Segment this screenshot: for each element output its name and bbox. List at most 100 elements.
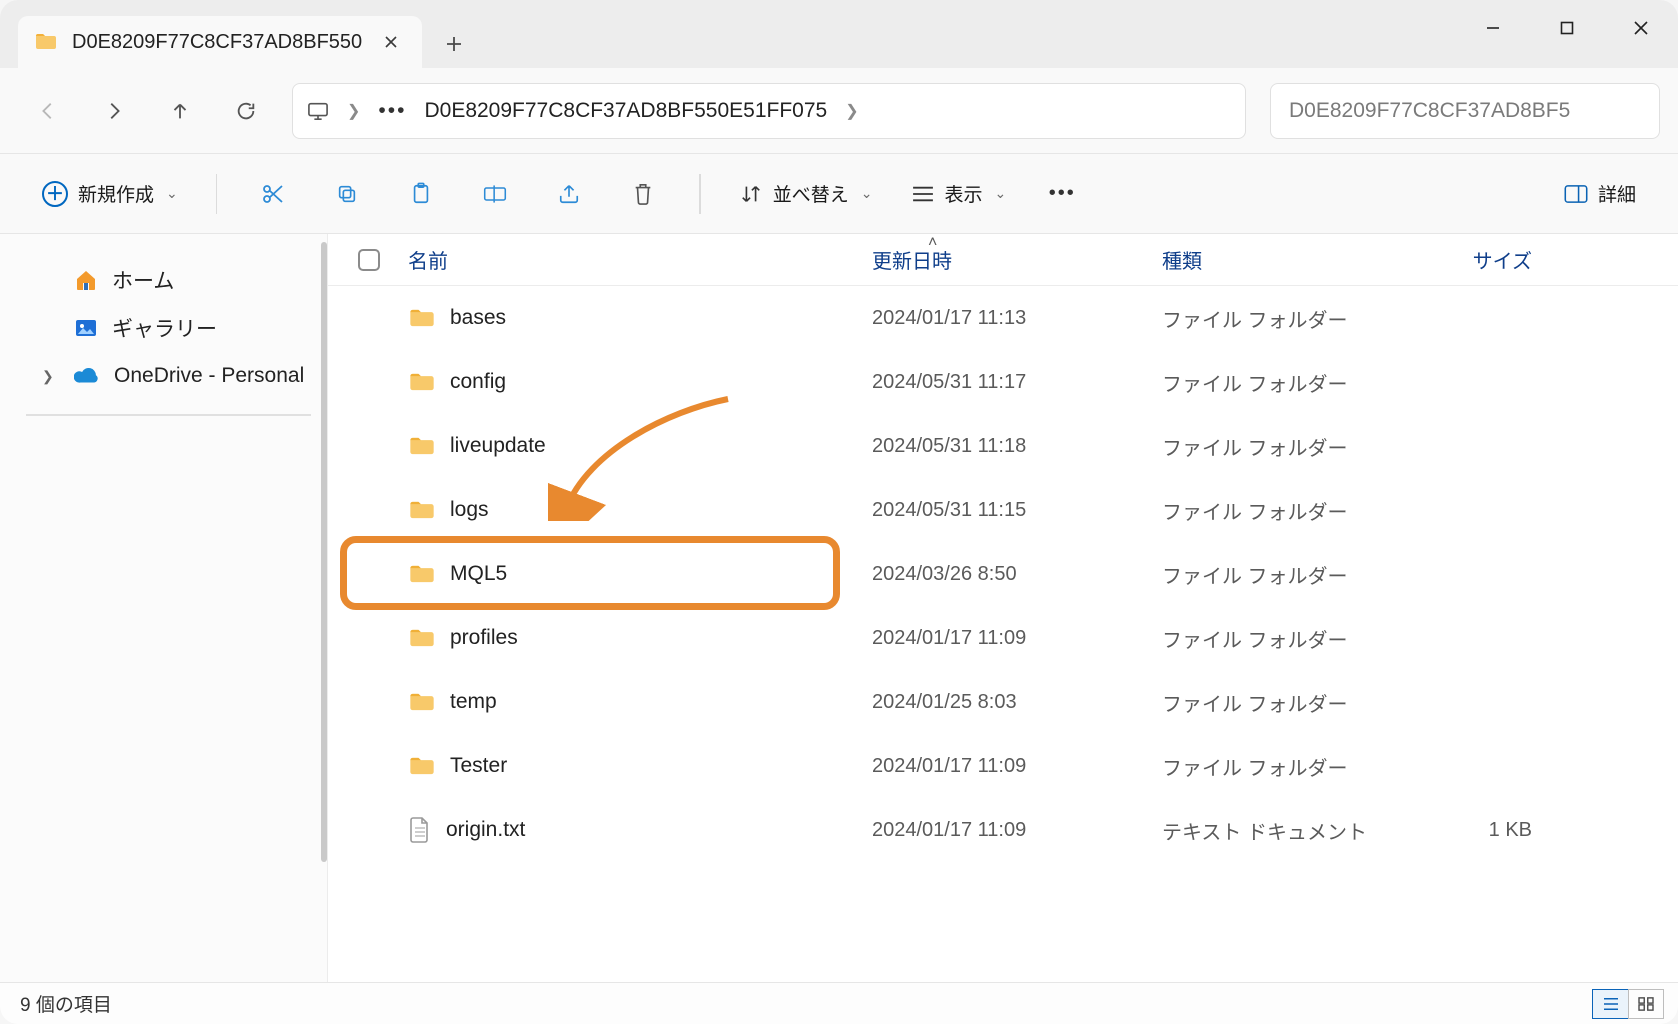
maximize-button[interactable] — [1530, 0, 1604, 56]
file-row[interactable]: MQL5 2024/03/26 8:50ファイル フォルダー — [328, 542, 1678, 606]
window-controls — [1456, 0, 1678, 56]
details-view-button[interactable] — [1592, 989, 1628, 1019]
plus-circle-icon: ＋ — [42, 181, 68, 207]
gallery-icon — [74, 316, 98, 340]
breadcrumb-current[interactable]: D0E8209F77C8CF37AD8BF550E51FF075 — [424, 99, 827, 123]
forward-button[interactable] — [84, 85, 144, 137]
folder-icon — [408, 752, 436, 780]
file-type: ファイル フォルダー — [1162, 368, 1402, 397]
close-window-button[interactable] — [1604, 0, 1678, 56]
file-type: ファイル フォルダー — [1162, 624, 1402, 653]
column-date[interactable]: 更新日時 — [872, 245, 1162, 274]
list-view-icon — [911, 182, 935, 206]
file-row[interactable]: origin.txt2024/01/17 11:09テキスト ドキュメント1 K… — [328, 798, 1678, 862]
folder-icon — [34, 30, 58, 54]
title-bar: D0E8209F77C8CF37AD8BF550 — [0, 0, 1678, 68]
refresh-button[interactable] — [216, 85, 276, 137]
minimize-button[interactable] — [1456, 0, 1530, 56]
nav-home[interactable]: ホーム — [22, 256, 315, 304]
column-type[interactable]: 種類 — [1162, 245, 1402, 274]
file-name: liveupdate — [450, 434, 546, 458]
nav-scrollbar[interactable] — [321, 242, 327, 862]
new-button[interactable]: ＋ 新規作成 ⌄ — [30, 170, 190, 218]
file-name: Tester — [450, 754, 507, 778]
file-name: origin.txt — [446, 818, 525, 842]
folder-icon — [408, 560, 436, 588]
file-date: 2024/03/26 8:50 — [872, 563, 1162, 586]
chevron-down-icon: ⌄ — [166, 185, 178, 202]
paste-button[interactable] — [391, 170, 451, 218]
rename-button[interactable] — [465, 170, 525, 218]
file-row[interactable]: profiles2024/01/17 11:09ファイル フォルダー — [328, 606, 1678, 670]
navigation-pane[interactable]: ホーム ギャラリー ❯ OneDrive - Personal — [0, 234, 328, 982]
folder-icon — [408, 624, 436, 652]
file-date: 2024/01/17 11:09 — [872, 627, 1162, 650]
breadcrumb-ellipsis[interactable]: ••• — [378, 99, 406, 123]
nav-divider — [26, 414, 311, 416]
file-row[interactable]: temp2024/01/25 8:03ファイル フォルダー — [328, 670, 1678, 734]
folder-icon — [408, 432, 436, 460]
new-label: 新規作成 — [78, 180, 154, 207]
share-button[interactable] — [539, 170, 599, 218]
folder-icon — [408, 688, 436, 716]
delete-button[interactable] — [613, 170, 673, 218]
details-pane-button[interactable]: 詳細 — [1552, 170, 1648, 218]
column-name[interactable]: 名前 — [402, 245, 872, 274]
folder-icon — [408, 304, 436, 332]
chevron-down-icon: ⌄ — [995, 185, 1007, 202]
clipboard-icon — [409, 182, 433, 206]
tab-title: D0E8209F77C8CF37AD8BF550 — [72, 31, 362, 54]
file-row[interactable]: logs2024/05/31 11:15ファイル フォルダー — [328, 478, 1678, 542]
file-name: MQL5 — [450, 562, 507, 586]
file-type: ファイル フォルダー — [1162, 496, 1402, 525]
nav-onedrive[interactable]: ❯ OneDrive - Personal — [22, 352, 315, 400]
address-bar[interactable]: ❯ ••• D0E8209F77C8CF37AD8BF550E51FF075 ❯ — [292, 83, 1246, 139]
file-row[interactable]: liveupdate2024/05/31 11:18ファイル フォルダー — [328, 414, 1678, 478]
file-row[interactable]: Tester 2024/01/17 11:09ファイル フォルダー — [328, 734, 1678, 798]
file-date: 2024/05/31 11:18 — [872, 435, 1162, 458]
details-label: 詳細 — [1598, 180, 1636, 207]
file-name: config — [450, 370, 506, 394]
copy-icon — [335, 182, 359, 206]
file-type: ファイル フォルダー — [1162, 752, 1402, 781]
sort-button[interactable]: 並べ替え ⌄ — [727, 170, 885, 218]
view-button[interactable]: 表示 ⌄ — [899, 170, 1019, 218]
file-date: 2024/01/17 11:09 — [872, 755, 1162, 778]
cut-button[interactable] — [243, 170, 303, 218]
status-bar: 9 個の項目 — [0, 982, 1678, 1024]
nav-onedrive-label: OneDrive - Personal — [114, 364, 304, 388]
file-date: 2024/05/31 11:15 — [872, 499, 1162, 522]
thumbnails-view-button[interactable] — [1628, 989, 1664, 1019]
nav-gallery-label: ギャラリー — [112, 313, 217, 343]
chevron-right-icon[interactable]: ❯ — [42, 368, 60, 385]
window-tab[interactable]: D0E8209F77C8CF37AD8BF550 — [18, 16, 422, 68]
up-button[interactable] — [150, 85, 210, 137]
this-pc-icon — [307, 101, 329, 121]
details-pane-icon — [1564, 182, 1588, 206]
tab-close-button[interactable] — [376, 27, 406, 57]
home-icon — [74, 268, 98, 292]
file-rows: bases2024/01/17 11:13ファイル フォルダーconfig202… — [328, 286, 1678, 982]
nav-gallery[interactable]: ギャラリー — [22, 304, 315, 352]
back-button[interactable] — [18, 85, 78, 137]
file-date: 2024/01/17 11:13 — [872, 307, 1162, 330]
more-button[interactable]: ••• — [1032, 170, 1092, 218]
file-row[interactable]: config2024/05/31 11:17ファイル フォルダー — [328, 350, 1678, 414]
search-box[interactable]: D0E8209F77C8CF37AD8BF5 — [1270, 83, 1660, 139]
file-type: ファイル フォルダー — [1162, 560, 1402, 589]
onedrive-icon — [74, 367, 100, 385]
share-icon — [557, 182, 581, 206]
file-name: temp — [450, 690, 497, 714]
select-all-checkbox[interactable] — [358, 249, 402, 271]
rename-icon — [483, 182, 507, 206]
sort-icon — [739, 182, 763, 206]
folder-icon — [408, 368, 436, 396]
file-list-pane: ˄ 名前 更新日時 種類 サイズ base — [328, 234, 1678, 982]
new-tab-button[interactable] — [430, 20, 478, 68]
chevron-right-icon[interactable]: ❯ — [845, 101, 858, 121]
chevron-right-icon: ❯ — [347, 101, 360, 121]
file-row[interactable]: bases2024/01/17 11:13ファイル フォルダー — [328, 286, 1678, 350]
toolbar-divider — [699, 174, 701, 214]
copy-button[interactable] — [317, 170, 377, 218]
column-size[interactable]: サイズ — [1402, 245, 1562, 274]
